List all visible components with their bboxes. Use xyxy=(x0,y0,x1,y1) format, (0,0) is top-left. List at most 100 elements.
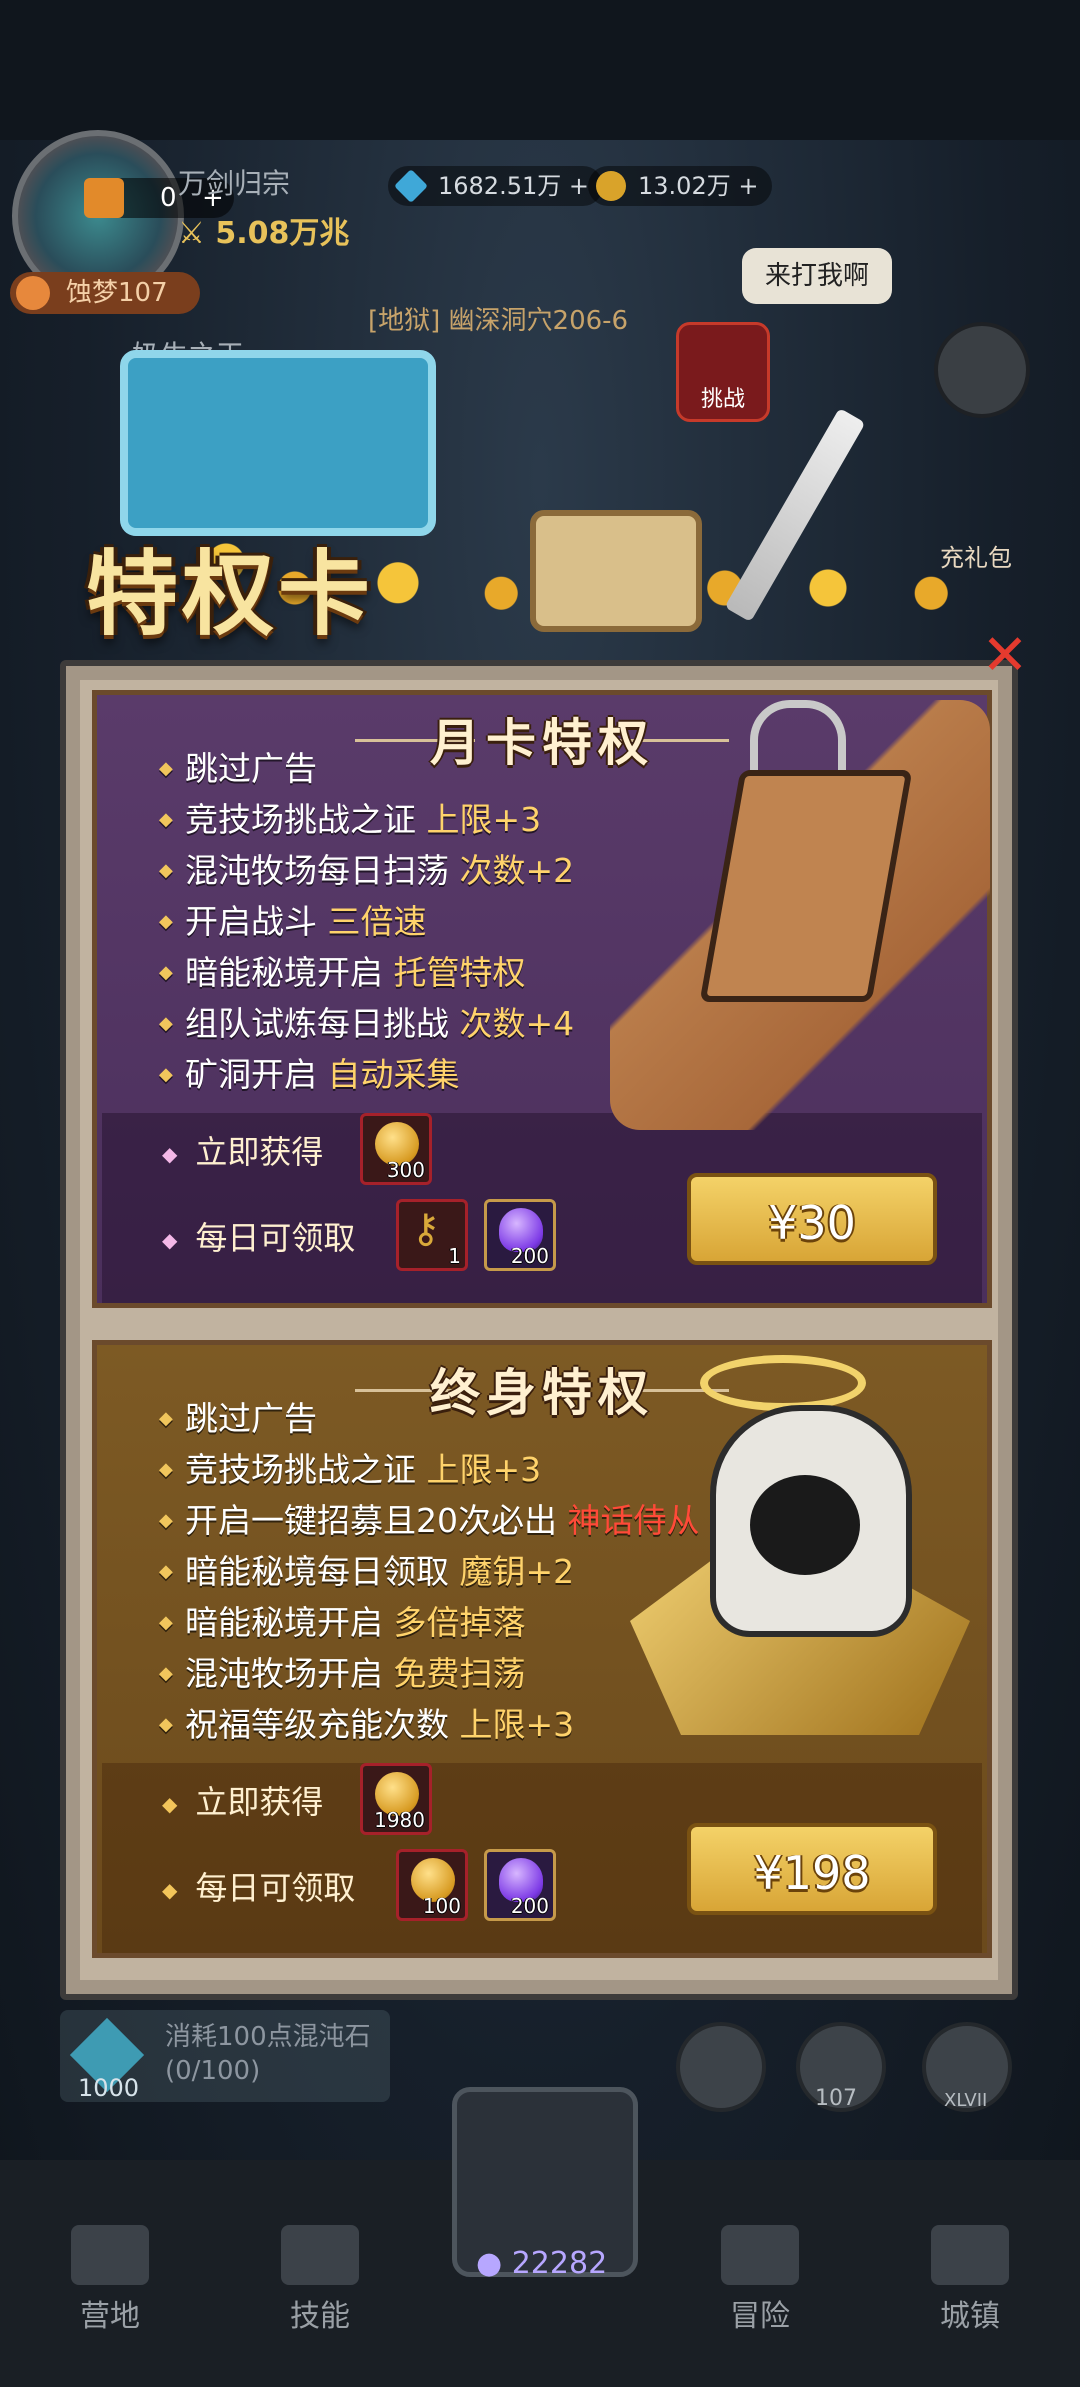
tent-icon xyxy=(71,2225,149,2285)
perk-text: 矿洞开启 xyxy=(185,1055,317,1094)
instant-label: 立即获得 xyxy=(195,1133,324,1171)
diamond-currency[interactable]: 1682.51万 + xyxy=(388,166,603,206)
gold-amount: 13.02万 xyxy=(638,172,731,200)
privilege-card-title: 特权卡 xyxy=(86,540,375,648)
perk-item: 跳过广告 xyxy=(159,743,574,794)
daily-label: 每日可领取 xyxy=(195,1219,356,1257)
perk-text: 跳过广告 xyxy=(185,749,317,788)
refresh-icon[interactable] xyxy=(676,2022,766,2112)
perk-item: 混沌牧场每日扫荡 次数+2 xyxy=(159,845,574,896)
diamond-bullet-icon: ◆ xyxy=(162,1878,178,1902)
tab-skills[interactable]: 技能 xyxy=(240,2225,400,2335)
perk-item: 矿洞开启 自动采集 xyxy=(159,1049,574,1100)
perk-text: 竞技场挑战之证 xyxy=(185,800,416,839)
tab-town[interactable]: 城镇 xyxy=(890,2225,1050,2335)
item-count: 200 xyxy=(510,1894,549,1918)
consume-text: 消耗100点混沌石 (0/100) xyxy=(165,2020,371,2088)
combat-power-value: 5.08万兆 xyxy=(215,216,350,251)
ticket-card-icon xyxy=(84,178,124,218)
perk-text: 竞技场挑战之证 xyxy=(185,1450,416,1489)
daily-reward-row: ◆ 每日可领取 xyxy=(162,1863,355,1909)
center-energy: ● 22282 xyxy=(476,2246,608,2281)
instant-label: 立即获得 xyxy=(195,1783,324,1821)
reward-item[interactable]: 300 xyxy=(360,1113,432,1185)
diamond-icon xyxy=(394,169,428,203)
consume-progress: (0/100) xyxy=(165,2056,261,2086)
tab-skills-label: 技能 xyxy=(290,2299,350,2334)
halo xyxy=(700,1355,866,1411)
item-count: 1 xyxy=(448,1244,461,1268)
stage-label: [地狱] 幽深洞穴206-6 xyxy=(368,306,629,336)
daily-label: 每日可领取 xyxy=(195,1869,356,1907)
close-icon[interactable]: ✕ xyxy=(974,628,1036,690)
armored-knight-image xyxy=(610,700,990,1130)
perk-highlight: 上限+3 xyxy=(426,800,542,839)
buy-lifetime-card-button[interactable]: ¥198 xyxy=(687,1823,937,1915)
ticket-count: 0 xyxy=(160,183,177,213)
small-chest-image xyxy=(530,510,702,632)
tab-adventure-label: 冒险 xyxy=(730,2299,790,2334)
gold-coin-icon xyxy=(596,171,626,201)
perk-item: 开启战斗 三倍速 xyxy=(159,896,574,947)
perk-text: 跳过广告 xyxy=(185,1399,317,1438)
tab-camp[interactable]: 营地 xyxy=(30,2225,190,2335)
reward-item[interactable]: 1980 xyxy=(360,1763,432,1835)
perk-text: 开启一键招募且20次必出 xyxy=(185,1501,557,1540)
diamond-bullet-icon: ◆ xyxy=(162,1142,178,1166)
map-icon xyxy=(721,2225,799,2285)
item-count: 100 xyxy=(422,1894,461,1918)
top-dark-bar xyxy=(0,0,1080,140)
golden-knight-image xyxy=(610,1355,990,1785)
perk-highlight: 免费扫荡 xyxy=(393,1654,526,1693)
reward-item[interactable]: ⚷ 1 xyxy=(396,1199,468,1271)
reward-item[interactable]: 100 xyxy=(396,1849,468,1921)
perk-highlight: 多倍掉落 xyxy=(393,1603,526,1642)
perk-item: 竞技场挑战之证 上限+3 xyxy=(159,794,574,845)
perk-item: 暗能秘境开启 托管特权 xyxy=(159,947,574,998)
perk-highlight: 魔钥+2 xyxy=(459,1552,575,1591)
buy-month-card-button[interactable]: ¥30 xyxy=(687,1173,937,1265)
item-count: 1980 xyxy=(374,1808,425,1832)
diamond-amount: 1682.51万 xyxy=(438,172,562,200)
daily-reward-row: ◆ 每日可领取 xyxy=(162,1213,355,1259)
perk-text: 混沌牧场开启 xyxy=(185,1654,383,1693)
perk-text: 混沌牧场每日扫荡 xyxy=(185,851,449,890)
item-count: 300 xyxy=(386,1158,425,1182)
month-perk-list: 跳过广告 竞技场挑战之证 上限+3 混沌牧场每日扫荡 次数+2 开启战斗 三倍速… xyxy=(159,743,574,1100)
perk-highlight: 次数+2 xyxy=(459,851,575,890)
perk-highlight: 三倍速 xyxy=(327,902,427,941)
perk-text: 暗能秘境开启 xyxy=(185,1603,383,1642)
reward-item[interactable]: 200 xyxy=(484,1199,556,1271)
perk-text: 暗能秘境开启 xyxy=(185,953,383,992)
gold-currency[interactable]: 13.02万 + xyxy=(588,166,773,206)
center-energy-value: 22282 xyxy=(511,2246,608,2281)
perk-highlight: 自动采集 xyxy=(327,1055,460,1094)
instant-reward-row: ◆ 立即获得 xyxy=(162,1127,323,1173)
perk-text: 组队试炼每日挑战 xyxy=(185,1004,449,1043)
shadow-face xyxy=(750,1475,860,1575)
perk-highlight: 托管特权 xyxy=(393,953,526,992)
chaos-stone-count: 1000 xyxy=(78,2074,140,2102)
perk-text: 开启战斗 xyxy=(185,902,317,941)
item-count: 200 xyxy=(510,1244,549,1268)
instant-reward-row: ◆ 立即获得 xyxy=(162,1777,323,1823)
dream-level-text: 蚀梦107 xyxy=(66,278,168,308)
consume-description: 消耗100点混沌石 xyxy=(165,2022,371,2052)
tab-town-label: 城镇 xyxy=(940,2299,1000,2334)
helmet xyxy=(699,770,913,1002)
gear-level: 107 xyxy=(815,2086,857,2111)
combat-power: ⚔ 5.08万兆 xyxy=(178,216,350,251)
castle-icon xyxy=(931,2225,1009,2285)
tab-camp-label: 营地 xyxy=(80,2299,140,2334)
perk-item: 组队试炼每日挑战 次数+4 xyxy=(159,998,574,1049)
scroll-icon xyxy=(281,2225,359,2285)
tab-adventure[interactable]: 冒险 xyxy=(680,2225,840,2335)
perk-text: 祝福等级充能次数 xyxy=(185,1705,449,1744)
perk-highlight: 上限+3 xyxy=(459,1705,575,1744)
diamond-bullet-icon: ◆ xyxy=(162,1792,178,1816)
reward-item[interactable]: 200 xyxy=(484,1849,556,1921)
perk-highlight: 上限+3 xyxy=(426,1450,542,1489)
perk-highlight: 次数+4 xyxy=(459,1004,575,1043)
perk-text: 暗能秘境每日领取 xyxy=(185,1552,449,1591)
boss-speech-bubble: 来打我啊 xyxy=(742,248,892,304)
